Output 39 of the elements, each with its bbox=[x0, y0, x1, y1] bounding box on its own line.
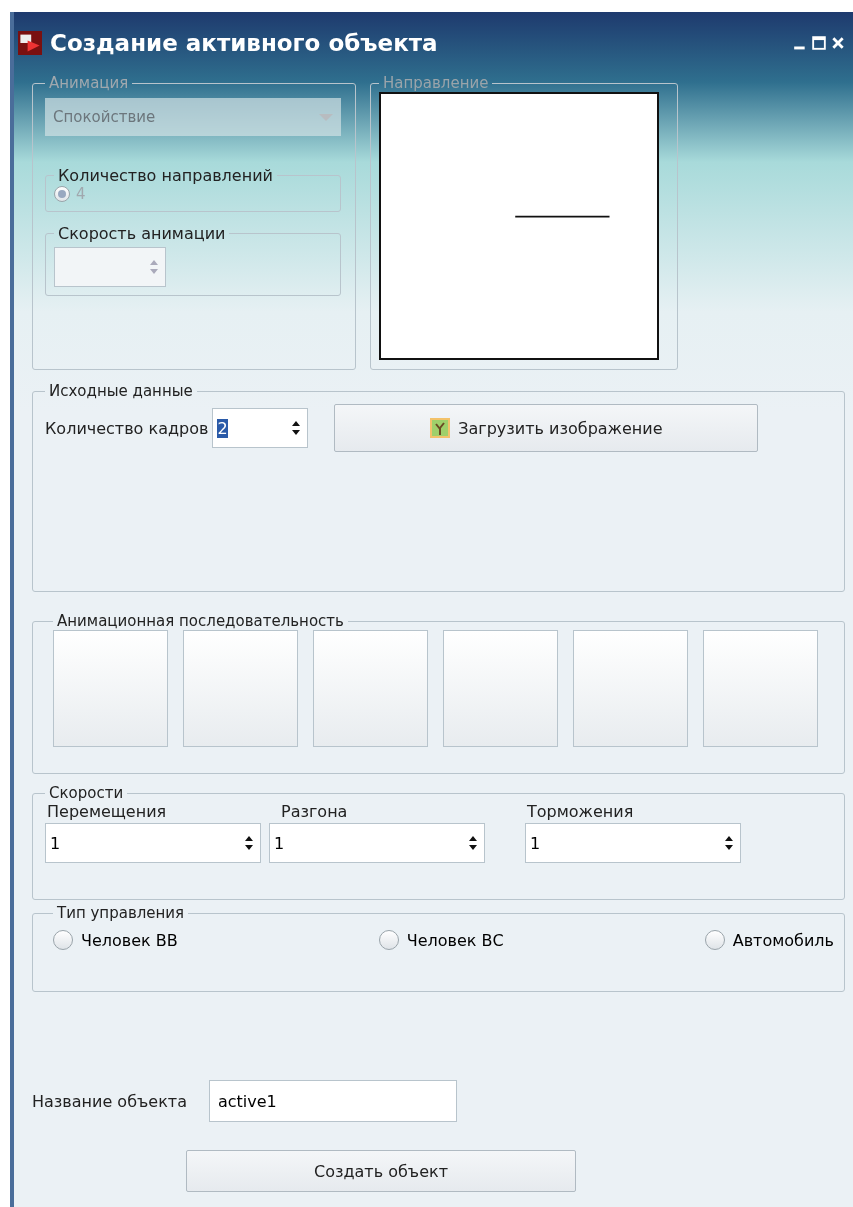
frame-slot[interactable] bbox=[443, 630, 558, 747]
speed-spinbox[interactable]: 1 bbox=[525, 823, 741, 863]
frame-slot[interactable] bbox=[183, 630, 298, 747]
spin-arrows-icon bbox=[291, 420, 302, 436]
object-name-label: Название объекта bbox=[32, 1091, 187, 1111]
frame-slot[interactable] bbox=[313, 630, 428, 747]
group-title: Скорости bbox=[48, 784, 125, 802]
speed-label: Перемещения bbox=[46, 802, 168, 821]
window-title: Создание активного объекта bbox=[50, 30, 438, 56]
maximize-icon[interactable] bbox=[812, 36, 826, 50]
load-image-button[interactable]: Загрузить изображение bbox=[334, 404, 759, 452]
spin-arrows-icon bbox=[724, 835, 734, 851]
control-type-radio[interactable]: Автомобиль bbox=[704, 930, 834, 950]
close-icon[interactable] bbox=[831, 36, 845, 50]
speed-spinbox[interactable]: 1 bbox=[45, 823, 261, 863]
control-type-radio[interactable]: Человек ВС bbox=[378, 930, 504, 950]
group-title: Исходные данные bbox=[48, 382, 194, 400]
group-title: Анимационная последовательность bbox=[56, 612, 345, 630]
app-icon bbox=[18, 31, 42, 55]
object-name-field[interactable]: active1 bbox=[208, 1080, 457, 1122]
create-object-button[interactable]: Создать объект bbox=[186, 1150, 576, 1192]
group-title: Скорость анимации bbox=[57, 224, 227, 243]
tree-picture-icon bbox=[430, 418, 451, 438]
group-title: Количество направлений bbox=[57, 166, 274, 185]
spin-arrows-icon bbox=[468, 835, 478, 851]
speed-label: Торможения bbox=[526, 802, 635, 821]
spin-arrows-icon bbox=[244, 835, 254, 851]
speed-spinbox[interactable]: 1 bbox=[269, 823, 485, 863]
frame-slot[interactable] bbox=[703, 630, 818, 747]
group-title: Анимация bbox=[48, 74, 130, 92]
frame-slot[interactable] bbox=[573, 630, 688, 747]
group-title: Тип управления bbox=[56, 904, 186, 922]
group-title: Направление bbox=[382, 74, 490, 92]
control-type-radio[interactable]: Человек ВВ bbox=[53, 930, 178, 950]
frames-label: Количество кадров bbox=[45, 418, 209, 438]
speed-label: Разгона bbox=[280, 802, 349, 821]
spin-arrows-icon bbox=[149, 259, 159, 275]
frame-slot[interactable] bbox=[53, 630, 168, 747]
frames-spinbox[interactable]: 2 bbox=[212, 408, 309, 448]
